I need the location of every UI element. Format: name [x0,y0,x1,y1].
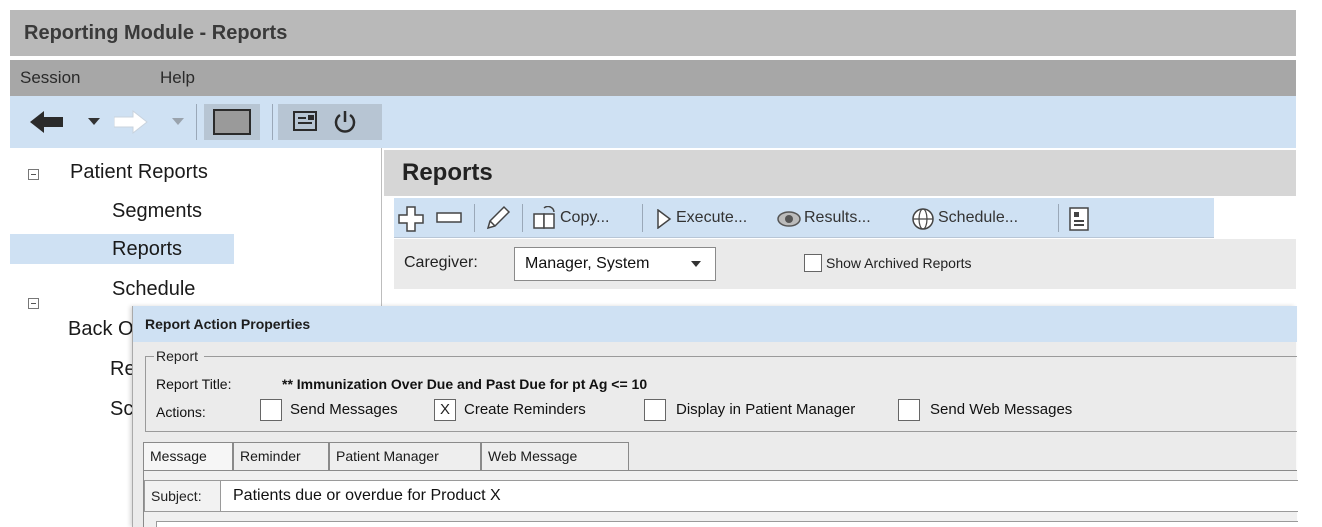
create-reminders-label: Create Reminders [464,401,586,418]
report-settings-icon[interactable] [1068,206,1092,232]
back-arrow-icon[interactable] [30,110,64,134]
subject-field: Subject: Patients due or overdue for Pro… [144,480,1298,512]
tree-item-reports[interactable]: Reports [10,234,234,264]
toolbar-separator [642,204,643,232]
window-titlebar: Reporting Module - Reports [0,0,1322,60]
send-messages-label: Send Messages [290,401,398,418]
caregiver-value: Manager, System [525,255,650,272]
toolbar-separator [474,204,475,232]
toolbar-separator [1058,204,1059,232]
copy-icon [533,206,555,229]
reports-toolbar: Copy... Execute... Results... Schedule..… [394,198,1214,238]
report-group-label: Report [154,348,205,364]
back-dropdown-icon[interactable] [88,118,100,126]
subject-label: Subject: [145,481,221,511]
edit-pencil-icon[interactable] [484,204,512,232]
display-in-patient-manager-label: Display in Patient Manager [676,401,856,418]
execute-play-icon [657,209,672,229]
create-reminders-checkbox[interactable]: X [434,399,456,421]
schedule-button[interactable]: Schedule... [938,198,1018,238]
report-title-label: Report Title: [156,376,232,392]
menu-bar: Session Help [10,60,1296,96]
send-messages-checkbox[interactable] [260,399,282,421]
report-groupbox: Report Report Title: ** Immunization Ove… [145,348,1297,432]
forward-dropdown-icon[interactable] [172,118,184,126]
tree-item-schedule[interactable]: Schedule [112,274,195,304]
forward-arrow-icon[interactable] [114,110,148,134]
toolbar-separator [522,204,523,232]
tree-group-patient-reports[interactable]: Patient Reports [70,157,208,187]
results-icon [777,211,801,227]
caregiver-dropdown[interactable]: Manager, System [514,247,716,281]
tab-web-message[interactable]: Web Message [481,442,629,470]
subject-input[interactable]: Patients due or overdue for Product X [233,481,501,511]
chevron-down-icon [691,261,701,267]
remove-icon[interactable] [436,212,462,224]
tree-item-segments[interactable]: Segments [112,196,202,226]
tab-patient-manager[interactable]: Patient Manager [329,442,481,470]
toolbar-separator [272,104,273,140]
display-in-patient-manager-checkbox[interactable] [644,399,666,421]
stop-icon [213,109,251,135]
message-body-input[interactable] [156,521,1298,527]
menu-session[interactable]: Session [20,60,80,96]
send-web-messages-checkbox[interactable] [898,399,920,421]
reports-header: Reports [384,150,1296,196]
tab-reminder[interactable]: Reminder [233,442,329,470]
schedule-globe-icon [912,208,934,230]
main-toolbar [10,96,1296,148]
message-tab-content: Subject: Patients due or overdue for Pro… [143,470,1298,527]
execute-button[interactable]: Execute... [676,198,747,238]
show-archived-checkbox[interactable] [804,254,822,272]
menu-help[interactable]: Help [160,60,195,96]
copy-button[interactable]: Copy... [560,198,610,238]
collapse-icon[interactable] [28,169,39,180]
show-archived-label: Show Archived Reports [826,255,972,271]
window-title: Reporting Module - Reports [24,22,288,44]
add-icon[interactable] [398,206,424,232]
tab-message[interactable]: Message [143,442,233,470]
actions-label: Actions: [156,404,206,420]
printer-icon[interactable] [292,110,320,134]
report-title-value: ** Immunization Over Due and Past Due fo… [282,376,648,392]
collapse-icon[interactable] [28,298,39,309]
dialog-title: Report Action Properties [133,306,1297,342]
caregiver-filter-bar: Caregiver: Manager, System Show Archived… [394,239,1296,289]
toolbar-separator [196,104,197,140]
send-web-messages-label: Send Web Messages [930,401,1073,418]
stop-button[interactable] [204,104,260,140]
report-action-properties-dialog: Report Action Properties Report Report T… [132,306,1298,527]
reports-panel: Reports Copy... Execute... Results... Sc… [384,148,1296,298]
toolbar-group [278,104,382,140]
caregiver-label: Caregiver: [404,254,478,271]
results-button[interactable]: Results... [804,198,871,238]
reports-title: Reports [402,159,493,186]
power-icon[interactable] [332,109,358,135]
